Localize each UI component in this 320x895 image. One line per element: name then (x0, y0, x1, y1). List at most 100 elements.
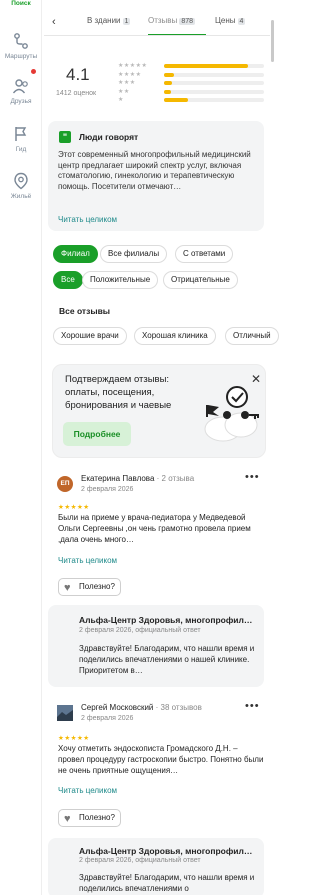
review-stars: ★★★★★ (58, 735, 90, 742)
reviews-panel: ‹ В здании 1 Отзывы 878 Цены 4 4.1 1412 оце… (44, 0, 279, 895)
verified-reviews-promo: Подтверждаем отзывы: оплаты, посещения, … (52, 364, 266, 458)
filter-branch[interactable]: Филиал (53, 245, 98, 263)
distribution-fill (164, 89, 171, 94)
avatar[interactable]: ЕП (57, 476, 73, 492)
tab-count: 4 (237, 18, 246, 25)
left-rail: Поиск Маршруты Друзья Гид Жильё (0, 0, 42, 895)
route-icon (14, 33, 28, 49)
reviewer-name-text: Сергей Московский (81, 703, 154, 712)
reply-text: Здравствуйте! Благодарим, что нашли врем… (79, 873, 255, 893)
rail-item-friends[interactable]: Друзья (0, 77, 42, 105)
people-say-text: Этот современный многопрофильный медицин… (58, 150, 251, 191)
tab-in-building[interactable]: В здании 1 (87, 16, 131, 25)
filter-all[interactable]: Все (53, 271, 83, 289)
distribution-bar (164, 64, 264, 68)
filter-positive[interactable]: Положительные (82, 271, 159, 289)
tab-count: 1 (122, 18, 131, 25)
reviewer-name[interactable]: Сергей Московский · 38 отзывов (81, 703, 202, 712)
scrollbar[interactable] (271, 20, 274, 62)
review-text: Хочу отметить эндоскописта Громадского Д… (58, 744, 264, 775)
rating-distribution-row: ★★★★ (118, 71, 268, 79)
distribution-fill (164, 72, 174, 77)
active-tab-indicator (148, 34, 206, 35)
tab-reviews[interactable]: Отзывы 878 (148, 16, 195, 25)
helpful-button[interactable]: ♥ Полезно? (58, 578, 121, 596)
helpful-label: Полезно? (79, 582, 115, 591)
people-say-title: Люди говорят (79, 132, 139, 142)
reply-date: 2 февраля 2026, официальный ответ (79, 627, 201, 634)
read-more-link[interactable]: Читать целиком (58, 215, 117, 224)
tag-chip[interactable]: Отличный (225, 327, 279, 345)
helpful-button[interactable]: ♥ Полезно? (58, 809, 121, 827)
rail-item-routes[interactable]: Маршруты (0, 32, 42, 60)
housing-icon (14, 172, 28, 190)
distribution-stars: ★★★ (118, 80, 136, 86)
review-stars: ★★★★★ (58, 504, 90, 511)
rail-item-housing[interactable]: Жильё (0, 172, 42, 200)
distribution-fill (164, 64, 248, 68)
filter-all-branches[interactable]: Все филиалы (100, 245, 168, 263)
rail-label: Жильё (10, 193, 32, 200)
reply-author: Альфа-Центр Здоровья, многопрофил… (79, 846, 253, 856)
reviewer-meta: · 2 отзыва (154, 474, 195, 483)
distribution-bar (164, 81, 264, 85)
read-more-link[interactable]: Читать целиком (58, 786, 117, 795)
friends-icon (12, 79, 28, 94)
review-date: 2 февраля 2026 (81, 715, 134, 722)
distribution-fill (164, 98, 188, 102)
reply-date: 2 февраля 2026, официальный ответ (79, 857, 201, 864)
more-options-icon[interactable]: ••• (245, 471, 260, 483)
rail-item-guide[interactable]: Гид (0, 125, 42, 153)
rating-distribution-row: ★★★★★ (118, 62, 268, 70)
rail-label: Поиск (11, 0, 31, 7)
rail-item-search[interactable]: Поиск (0, 0, 42, 7)
tab-prices[interactable]: Цены 4 (215, 16, 246, 25)
chevron-left-icon[interactable]: ‹ (52, 16, 56, 28)
read-more-link[interactable]: Читать целиком (58, 556, 117, 565)
heart-icon: ♥ (64, 582, 71, 594)
reply-text: Здравствуйте! Благодарим, что нашли врем… (79, 644, 255, 675)
verification-illustration-icon (204, 386, 259, 442)
avatar-photo-icon (57, 705, 73, 721)
distribution-stars: ★★★★ (118, 71, 142, 78)
notification-dot (31, 69, 36, 74)
rating-count: 1412 оценок (56, 90, 97, 97)
filter-negative[interactable]: Отрицательные (163, 271, 238, 289)
quote-icon: " (59, 131, 71, 143)
reply-author: Альфа-Центр Здоровья, многопрофил… (79, 615, 253, 625)
rail-label: Друзья (10, 98, 32, 105)
tag-chip[interactable]: Хорошая клиника (134, 327, 216, 345)
promo-details-button[interactable]: Подробнее (63, 422, 131, 446)
reviewer-name-text: Екатерина Павлова (81, 474, 155, 483)
distribution-stars: ★ (118, 97, 124, 103)
promo-text: Подтверждаем отзывы: оплаты, посещения, … (65, 374, 172, 411)
more-options-icon[interactable]: ••• (245, 700, 260, 712)
tab-label: В здании (87, 16, 121, 25)
tag-chip[interactable]: Хорошие врачи (53, 327, 127, 345)
rail-label: Маршруты (4, 53, 38, 60)
distribution-bar (164, 98, 264, 102)
reviewer-meta: · 38 отзывов (153, 703, 202, 712)
helpful-label: Полезно? (79, 813, 115, 822)
rating-distribution-row: ★★ (118, 88, 268, 96)
all-reviews-title: Все отзывы (59, 306, 111, 316)
official-reply: Альфа-Центр Здоровья, многопрофил… 2 фев… (48, 838, 264, 895)
tab-label: Отзывы (148, 16, 178, 25)
tab-label: Цены (215, 16, 236, 25)
distribution-stars: ★★★★★ (118, 63, 148, 69)
review-text: Были на приеме у врача-педиатора у Медве… (58, 513, 251, 544)
avatar[interactable] (57, 705, 73, 721)
rail-label: Гид (15, 146, 27, 153)
tab-count: 878 (179, 18, 195, 25)
official-reply: Альфа-Центр Здоровья, многопрофил… 2 фев… (48, 605, 264, 687)
reviewer-name[interactable]: Екатерина Павлова · 2 отзыва (81, 474, 194, 483)
rating-value: 4.1 (66, 65, 90, 84)
rating-distribution-row: ★ (118, 96, 268, 104)
tab-bar: ‹ В здании 1 Отзывы 878 Цены 4 (44, 12, 270, 36)
review-date: 2 февраля 2026 (81, 486, 134, 493)
people-say-card: " Люди говорят Этот современный многопро… (48, 121, 264, 231)
heart-icon: ♥ (64, 813, 71, 825)
filter-with-replies[interactable]: С ответами (175, 245, 234, 263)
distribution-stars: ★★ (118, 88, 130, 95)
distribution-bar (164, 89, 264, 94)
